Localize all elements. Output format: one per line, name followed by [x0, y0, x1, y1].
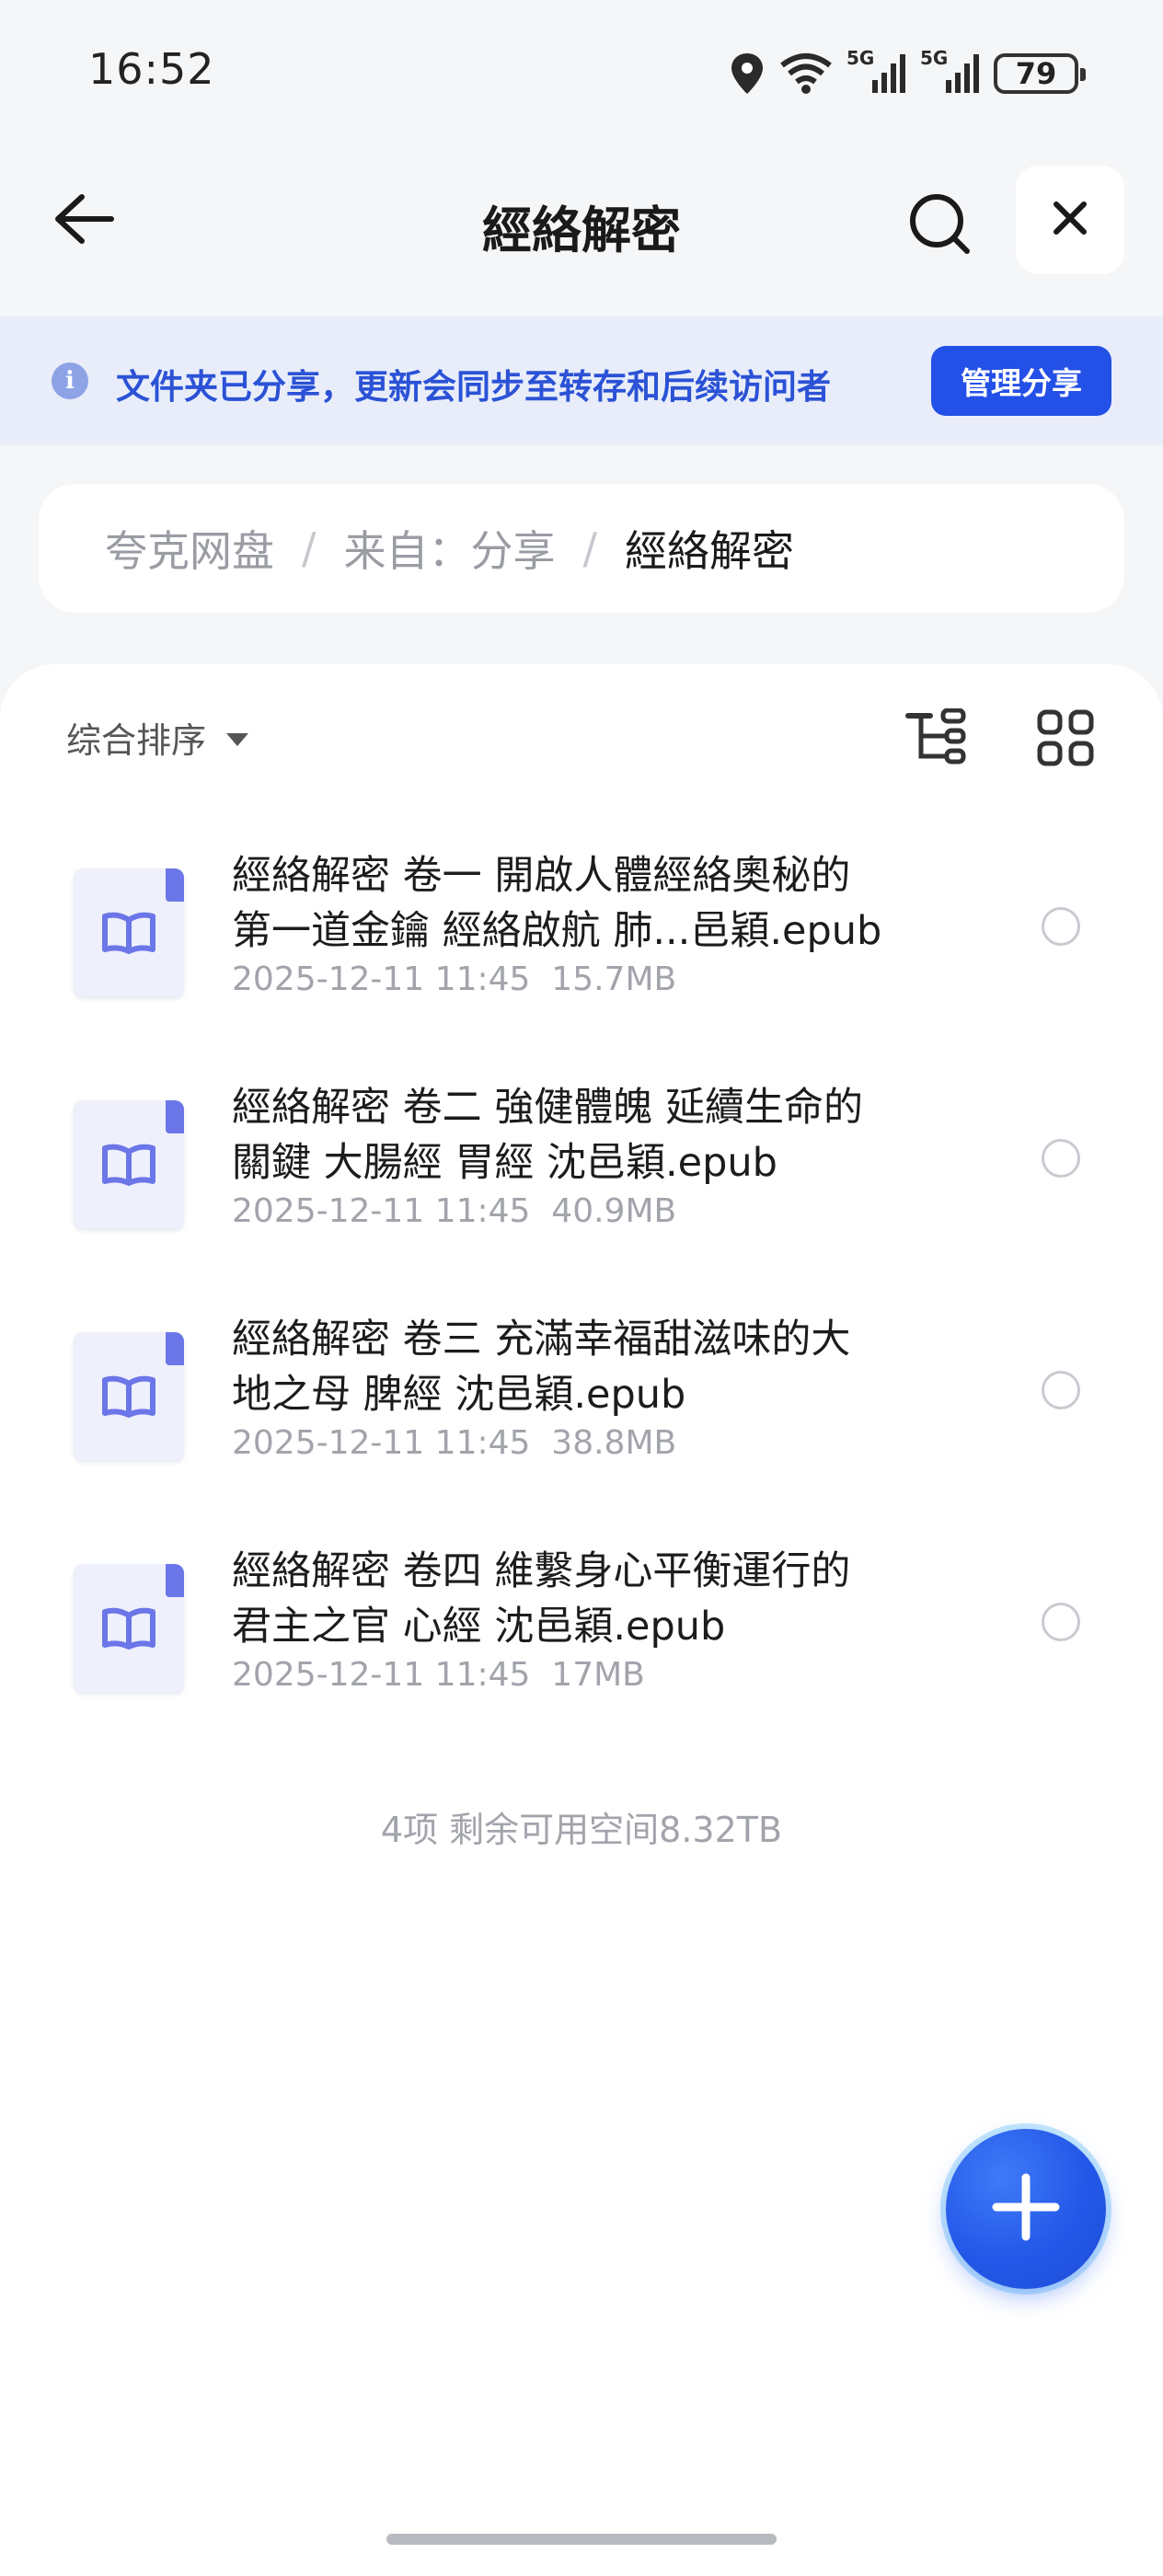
info-icon: i [52, 362, 88, 399]
file-name-line: 關鍵 大腸經 胃經 沈邑穎.epub [232, 1140, 777, 1186]
home-indicator[interactable] [386, 2534, 777, 2545]
file-date: 2025-12-11 11:45 [232, 1192, 531, 1230]
breadcrumb-item-shared[interactable]: 来自：分享 [344, 518, 556, 579]
file-select-radio[interactable] [1042, 1371, 1080, 1409]
file-browser: 综合排序 經絡解密 卷一 開啟人體經絡奧秘的 第一道金鑰 經絡啟航 肺...邑穎… [0, 664, 1163, 2576]
epub-book-icon [74, 1332, 184, 1461]
file-row[interactable]: 經絡解密 卷三 充滿幸福甜滋味的大 地之母 脾經 沈邑穎.epub 2025-1… [0, 1312, 1163, 1544]
share-banner: i 文件夹已分享，更新会同步至转存和后续访问者 管理分享 [0, 316, 1163, 445]
breadcrumb: 夸克网盘 / 来自：分享 / 經絡解密 [39, 484, 1124, 613]
file-name: 經絡解密 卷二 強健體魄 延續生命的 關鍵 大腸經 胃經 沈邑穎.epub [232, 1080, 922, 1190]
file-name-line: 經絡解密 卷一 開啟人體經絡奧秘的 [232, 853, 851, 899]
file-select-radio[interactable] [1042, 1139, 1080, 1178]
file-row[interactable]: 經絡解密 卷二 強健體魄 延續生命的 關鍵 大腸經 胃經 沈邑穎.epub 20… [0, 1080, 1163, 1312]
grid-view-button[interactable] [1029, 705, 1102, 775]
file-meta: 2025-12-11 11:45 15.7MB [232, 960, 676, 998]
file-name-line: 地之母 脾經 沈邑穎.epub [232, 1372, 686, 1418]
sort-dropdown[interactable]: 综合排序 [66, 712, 249, 763]
file-row[interactable]: 經絡解密 卷一 開啟人體經絡奧秘的 第一道金鑰 經絡啟航 肺...邑穎.epub… [0, 848, 1163, 1080]
share-banner-text: 文件夹已分享，更新会同步至转存和后续访问者 [116, 367, 831, 407]
plus-icon [991, 2172, 1061, 2246]
file-list: 經絡解密 卷一 開啟人體經絡奧秘的 第一道金鑰 經絡啟航 肺...邑穎.epub… [0, 848, 1163, 1776]
file-size: 38.8MB [551, 1424, 677, 1462]
epub-book-icon [74, 868, 184, 997]
tree-view-icon [903, 707, 967, 769]
close-icon [1052, 200, 1088, 240]
breadcrumb-separator: / [302, 523, 317, 573]
file-name-line: 經絡解密 卷二 強健體魄 延續生命的 [232, 1085, 864, 1131]
tree-view-button[interactable] [898, 707, 972, 771]
breadcrumb-item-current: 經絡解密 [625, 526, 794, 576]
file-select-radio[interactable] [1042, 1603, 1080, 1641]
wifi-icon [778, 52, 834, 95]
file-meta: 2025-12-11 11:45 40.9MB [232, 1192, 676, 1230]
file-name-line: 經絡解密 卷四 維繫身心平衡運行的 [232, 1548, 851, 1594]
file-select-radio[interactable] [1042, 907, 1080, 946]
file-size: 15.7MB [551, 960, 677, 998]
file-meta: 2025-12-11 11:45 17MB [232, 1656, 645, 1694]
status-time: 16:52 [88, 44, 215, 94]
status-icons: 5G 5G 79 [729, 47, 1086, 99]
manage-share-button[interactable]: 管理分享 [931, 346, 1111, 416]
close-button[interactable] [1016, 166, 1124, 274]
file-name-line: 君主之官 心經 沈邑穎.epub [232, 1604, 726, 1650]
network-type-label: 5G [846, 47, 875, 69]
file-date: 2025-12-11 11:45 [232, 1656, 531, 1694]
file-name: 經絡解密 卷一 開啟人體經絡奧秘的 第一道金鑰 經絡啟航 肺...邑穎.epub [232, 848, 922, 959]
file-date: 2025-12-11 11:45 [232, 960, 531, 998]
search-button[interactable] [898, 184, 981, 267]
file-size: 17MB [551, 1656, 645, 1694]
storage-summary: 4项 剩余可用空间8.32TB [380, 1810, 783, 1850]
file-size: 40.9MB [551, 1192, 677, 1230]
add-button[interactable] [946, 2129, 1106, 2289]
sort-label: 综合排序 [66, 720, 207, 761]
file-name-line: 第一道金鑰 經絡啟航 肺...邑穎.epub [232, 908, 882, 954]
status-bar: 16:52 5G 5G 79 [0, 0, 1163, 138]
breadcrumb-separator: / [582, 523, 598, 573]
epub-book-icon [74, 1564, 184, 1693]
battery-icon: 79 [994, 53, 1086, 94]
caret-down-icon [226, 732, 249, 746]
signal-icon-2: 5G [920, 47, 981, 95]
search-icon [906, 190, 973, 260]
grid-view-icon [1037, 709, 1094, 770]
file-name: 經絡解密 卷四 維繫身心平衡運行的 君主之官 心經 沈邑穎.epub [232, 1544, 922, 1654]
battery-level: 79 [1015, 56, 1057, 91]
network-type-label-2: 5G [920, 47, 949, 69]
file-name: 經絡解密 卷三 充滿幸福甜滋味的大 地之母 脾經 沈邑穎.epub [232, 1312, 922, 1422]
epub-book-icon [74, 1100, 184, 1229]
file-date: 2025-12-11 11:45 [232, 1424, 531, 1462]
signal-icon: 5G [846, 47, 907, 95]
page-title: 經絡解密 [482, 201, 681, 259]
location-icon [729, 52, 766, 96]
file-row[interactable]: 經絡解密 卷四 維繫身心平衡運行的 君主之官 心經 沈邑穎.epub 2025-… [0, 1544, 1163, 1776]
breadcrumb-item-root[interactable]: 夸克网盘 [105, 518, 274, 579]
file-meta: 2025-12-11 11:45 38.8MB [232, 1424, 676, 1462]
header: 經絡解密 [0, 156, 1163, 285]
file-name-line: 經絡解密 卷三 充滿幸福甜滋味的大 [232, 1317, 851, 1363]
